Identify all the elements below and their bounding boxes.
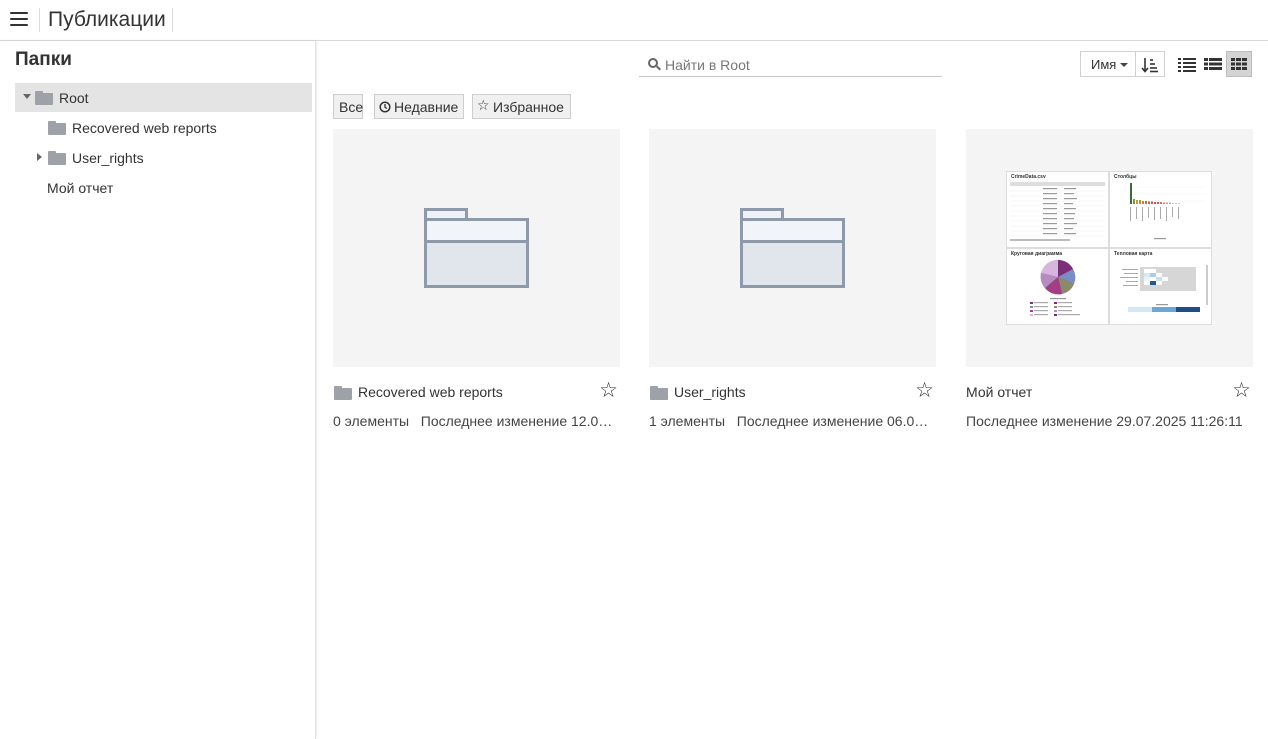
folder-large-icon	[424, 208, 529, 288]
folder-icon	[48, 121, 66, 135]
folder-icon	[334, 386, 352, 400]
preview-pie-chart	[1030, 259, 1080, 316]
sort-select-label: Имя	[1091, 57, 1117, 72]
folders-sidebar: Папки Root Recovered web reports User_ri…	[0, 41, 316, 739]
preview-bar-pane: Столбцы	[1110, 172, 1211, 247]
card-thumbnail[interactable]: CrimeData.csv Столбцы Круговая диаграмма…	[966, 129, 1253, 367]
card-title: Мой отчет	[966, 384, 1033, 400]
search-box[interactable]	[639, 53, 942, 77]
star-outline-icon: ☆	[477, 97, 490, 113]
tree-item-my-report[interactable]: Мой отчет	[15, 173, 312, 202]
preview-table-pane: CrimeData.csv	[1007, 172, 1108, 247]
tree-item-label: Root	[59, 90, 89, 106]
caret-down-icon[interactable]	[23, 94, 31, 99]
card-meta: 0 элементы Последнее изменение 12.09.2..…	[333, 413, 620, 429]
chevron-down-icon	[1120, 63, 1128, 67]
preview-heatmap	[1120, 265, 1208, 312]
star-outline-icon[interactable]: ☆	[599, 380, 618, 401]
card-meta: 1 элементы Последнее изменение 06.02.2..…	[649, 413, 936, 429]
card-title: Recovered web reports	[358, 384, 503, 400]
tree-item-label: Recovered web reports	[72, 120, 217, 136]
grid-view-button[interactable]	[1226, 51, 1252, 77]
sort-direction-button[interactable]	[1136, 51, 1165, 77]
folder-icon	[48, 151, 66, 165]
filter-recent-label: Недавние	[394, 99, 459, 115]
card-thumbnail[interactable]	[649, 129, 936, 367]
hamburger-menu-icon[interactable]	[10, 12, 28, 28]
search-input[interactable]	[665, 55, 935, 75]
search-icon	[648, 58, 661, 71]
folder-icon	[650, 386, 668, 400]
folder-icon	[35, 91, 53, 105]
tree-item-label: Мой отчет	[47, 180, 114, 196]
details-list-icon	[1204, 58, 1222, 70]
tree-item-label: User_rights	[72, 150, 144, 166]
clock-icon	[379, 101, 391, 113]
preview-title: Столбцы	[1114, 174, 1137, 180]
filter-favorites-label: Избранное	[493, 99, 564, 115]
sidebar-title: Папки	[15, 49, 72, 70]
card-meta: Последнее изменение 29.07.2025 11:26:11	[966, 413, 1243, 429]
preview-bar-chart	[1128, 183, 1206, 240]
list-icon	[1178, 58, 1196, 72]
list-view-button[interactable]	[1174, 51, 1200, 77]
preview-title: Тепловая карта	[1114, 251, 1153, 257]
filter-all-label: Все	[339, 99, 364, 115]
grid-icon	[1231, 58, 1247, 70]
page-title: Публикации	[48, 8, 166, 31]
preview-heatmap-pane: Тепловая карта	[1110, 249, 1211, 324]
tree-item-user-rights[interactable]: User_rights	[15, 143, 312, 172]
card-thumbnail[interactable]	[333, 129, 620, 367]
sort-select[interactable]: Имя	[1080, 51, 1136, 77]
star-outline-icon[interactable]: ☆	[1232, 380, 1251, 401]
filter-all-button[interactable]: Все	[333, 94, 363, 119]
caret-right-icon[interactable]	[37, 153, 42, 161]
folder-large-icon	[740, 208, 845, 288]
preview-pie-pane: Круговая диаграмма	[1007, 249, 1108, 324]
tree-item-recovered-web-reports[interactable]: Recovered web reports	[15, 113, 312, 142]
top-bar: Публикации	[0, 0, 1268, 41]
card-title-row: User_rights ☆	[649, 380, 936, 404]
preview-title: Круговая диаграмма	[1011, 251, 1063, 257]
star-outline-icon[interactable]: ☆	[915, 380, 934, 401]
main-content: Имя	[318, 41, 1268, 739]
divider	[172, 8, 173, 32]
filter-recent-button[interactable]: Недавние	[374, 94, 464, 119]
filter-favorites-button[interactable]: ☆ Избранное	[472, 94, 571, 119]
sort-ascending-icon	[1141, 58, 1158, 73]
tree-item-root[interactable]: Root	[15, 83, 312, 112]
card-title-row: Recovered web reports ☆	[333, 380, 620, 404]
report-preview: CrimeData.csv Столбцы Круговая диаграмма…	[1006, 171, 1212, 325]
details-view-button[interactable]	[1200, 51, 1226, 77]
card-title-row: Мой отчет ☆	[966, 380, 1253, 404]
card-title: User_rights	[674, 384, 746, 400]
preview-title: CrimeData.csv	[1011, 174, 1046, 180]
preview-table	[1010, 182, 1105, 241]
divider	[39, 8, 40, 32]
